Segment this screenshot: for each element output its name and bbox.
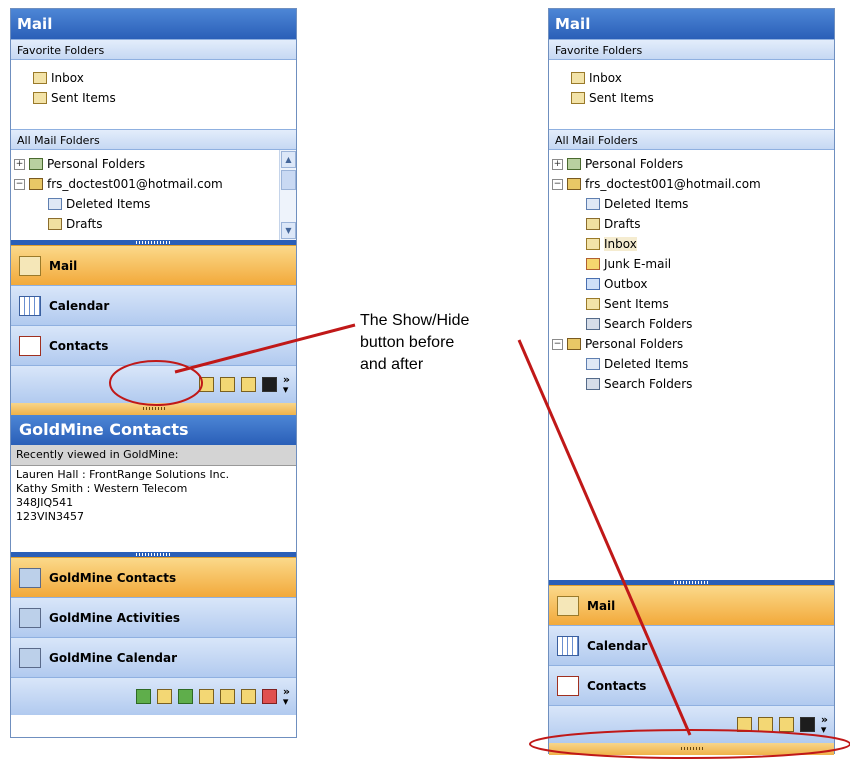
callout-pointer-right <box>517 339 692 736</box>
callout-pointer-left <box>174 323 356 374</box>
annotation-overlay <box>109 323 850 759</box>
